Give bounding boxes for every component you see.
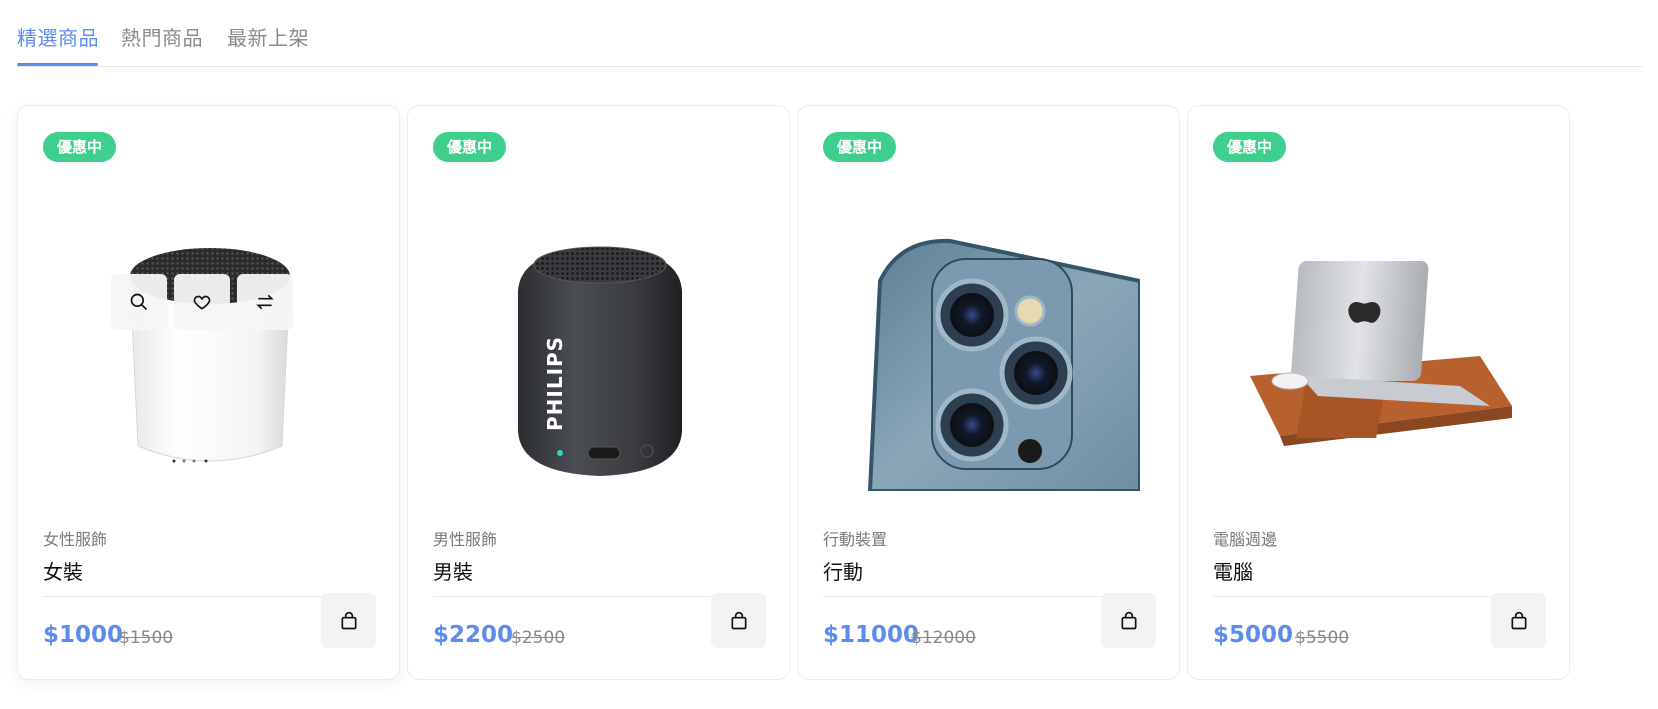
add-to-cart-button[interactable] [1491,593,1546,648]
product-category: 男性服飾 [433,530,498,549]
add-to-cart-button[interactable] [1101,593,1156,648]
product-category: 女性服飾 [43,530,108,549]
product-price: $5000 [1213,622,1294,648]
product-price: $1000 [43,622,124,648]
product-name[interactable]: 女裝 [43,556,83,585]
product-old-price: $2500 [511,628,566,648]
product-price: $11000 [823,622,920,648]
product-card[interactable]: 優惠中 女性服飾 女裝 $1000 $1500 [17,105,400,680]
product-old-price: $1500 [119,628,174,648]
active-tab-indicator [17,63,98,66]
tab-popular[interactable]: 熱門商品 [121,22,203,51]
sale-badge: 優惠中 [1213,132,1287,162]
product-card[interactable]: 優惠中 PHILIPS 男性服飾 男裝 $2200 $2500 [407,105,790,680]
product-name[interactable]: 電腦 [1213,556,1253,585]
product-card[interactable]: 優惠中 電腦週邊 電腦 $5000 $5500 [1187,105,1570,680]
product-image-philips-speaker[interactable]: PHILIPS [433,166,766,546]
product-old-price: $12000 [911,628,976,648]
search-icon [130,293,148,311]
wishlist-button[interactable] [174,274,230,330]
compare-button[interactable] [237,274,293,330]
shopping-bag-icon [341,611,356,629]
swap-icon [256,294,274,310]
tab-new-arrivals[interactable]: 最新上架 [227,22,309,51]
add-to-cart-button[interactable] [321,593,376,648]
product-card[interactable]: 優惠中 行動裝置 行動 $11000 $12000 [797,105,1180,680]
product-image-phone-camera[interactable] [823,166,1156,546]
brand-logo-text: PHILIPS [543,336,567,431]
product-category: 行動裝置 [823,530,888,549]
heart-icon [193,295,211,310]
sale-badge: 優惠中 [823,132,897,162]
shopping-bag-icon [1121,611,1136,629]
product-image-laptop-stand[interactable] [1213,166,1546,546]
product-image-white-speaker[interactable] [43,166,376,546]
product-name[interactable]: 男裝 [433,556,473,585]
product-actions [111,274,293,330]
product-price: $2200 [433,622,514,648]
shopping-bag-icon [1511,611,1526,629]
tab-featured[interactable]: 精選商品 [17,22,99,51]
sale-badge: 優惠中 [43,132,117,162]
shopping-bag-icon [731,611,746,629]
product-category: 電腦週邊 [1213,530,1278,549]
sale-badge: 優惠中 [433,132,507,162]
product-name[interactable]: 行動 [823,556,863,585]
quick-view-button[interactable] [111,274,167,330]
product-tabs: 精選商品 熱門商品 最新上架 [17,0,1642,67]
product-old-price: $5500 [1295,628,1350,648]
add-to-cart-button[interactable] [711,593,766,648]
